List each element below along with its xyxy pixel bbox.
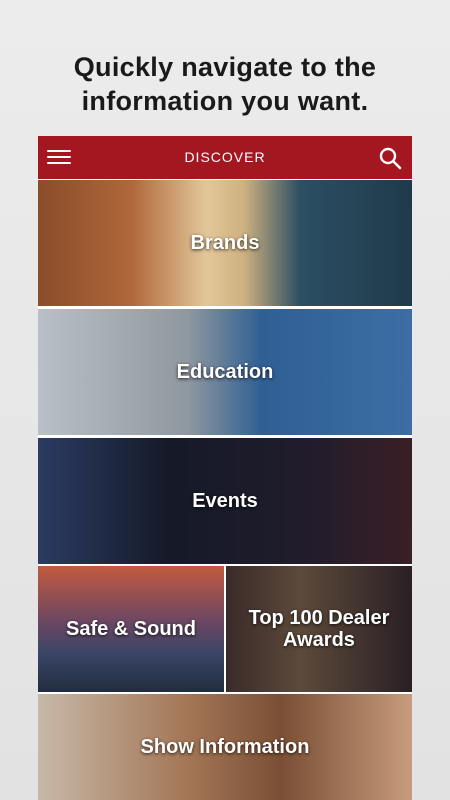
tile-label: Show Information xyxy=(140,736,310,758)
promo-headline: Quickly navigate to the information you … xyxy=(0,50,450,118)
tile-safe-and-sound[interactable]: Safe & Sound xyxy=(38,566,224,692)
headline-line-1: Quickly navigate to the xyxy=(73,52,377,82)
tile-label: Safe & Sound xyxy=(65,618,196,640)
tile-label: Events xyxy=(192,490,258,512)
search-icon[interactable] xyxy=(378,146,402,170)
app-screen: DISCOVER Brands Education Events Safe & … xyxy=(38,136,412,800)
tile-top-100-dealer-awards[interactable]: Top 100 Dealer Awards xyxy=(226,566,412,692)
tile-events[interactable]: Events xyxy=(38,438,412,564)
tile-show-information[interactable]: Show Information xyxy=(38,694,412,800)
headline-line-2: information you want. xyxy=(81,86,369,116)
top-bar: DISCOVER xyxy=(38,136,412,179)
page-title: DISCOVER xyxy=(184,149,266,165)
tile-education[interactable]: Education xyxy=(38,309,412,435)
tile-label: Education xyxy=(176,361,274,383)
tile-brands[interactable]: Brands xyxy=(38,180,412,306)
tile-label: Top 100 Dealer Awards xyxy=(248,607,390,651)
tile-label: Brands xyxy=(190,232,260,254)
